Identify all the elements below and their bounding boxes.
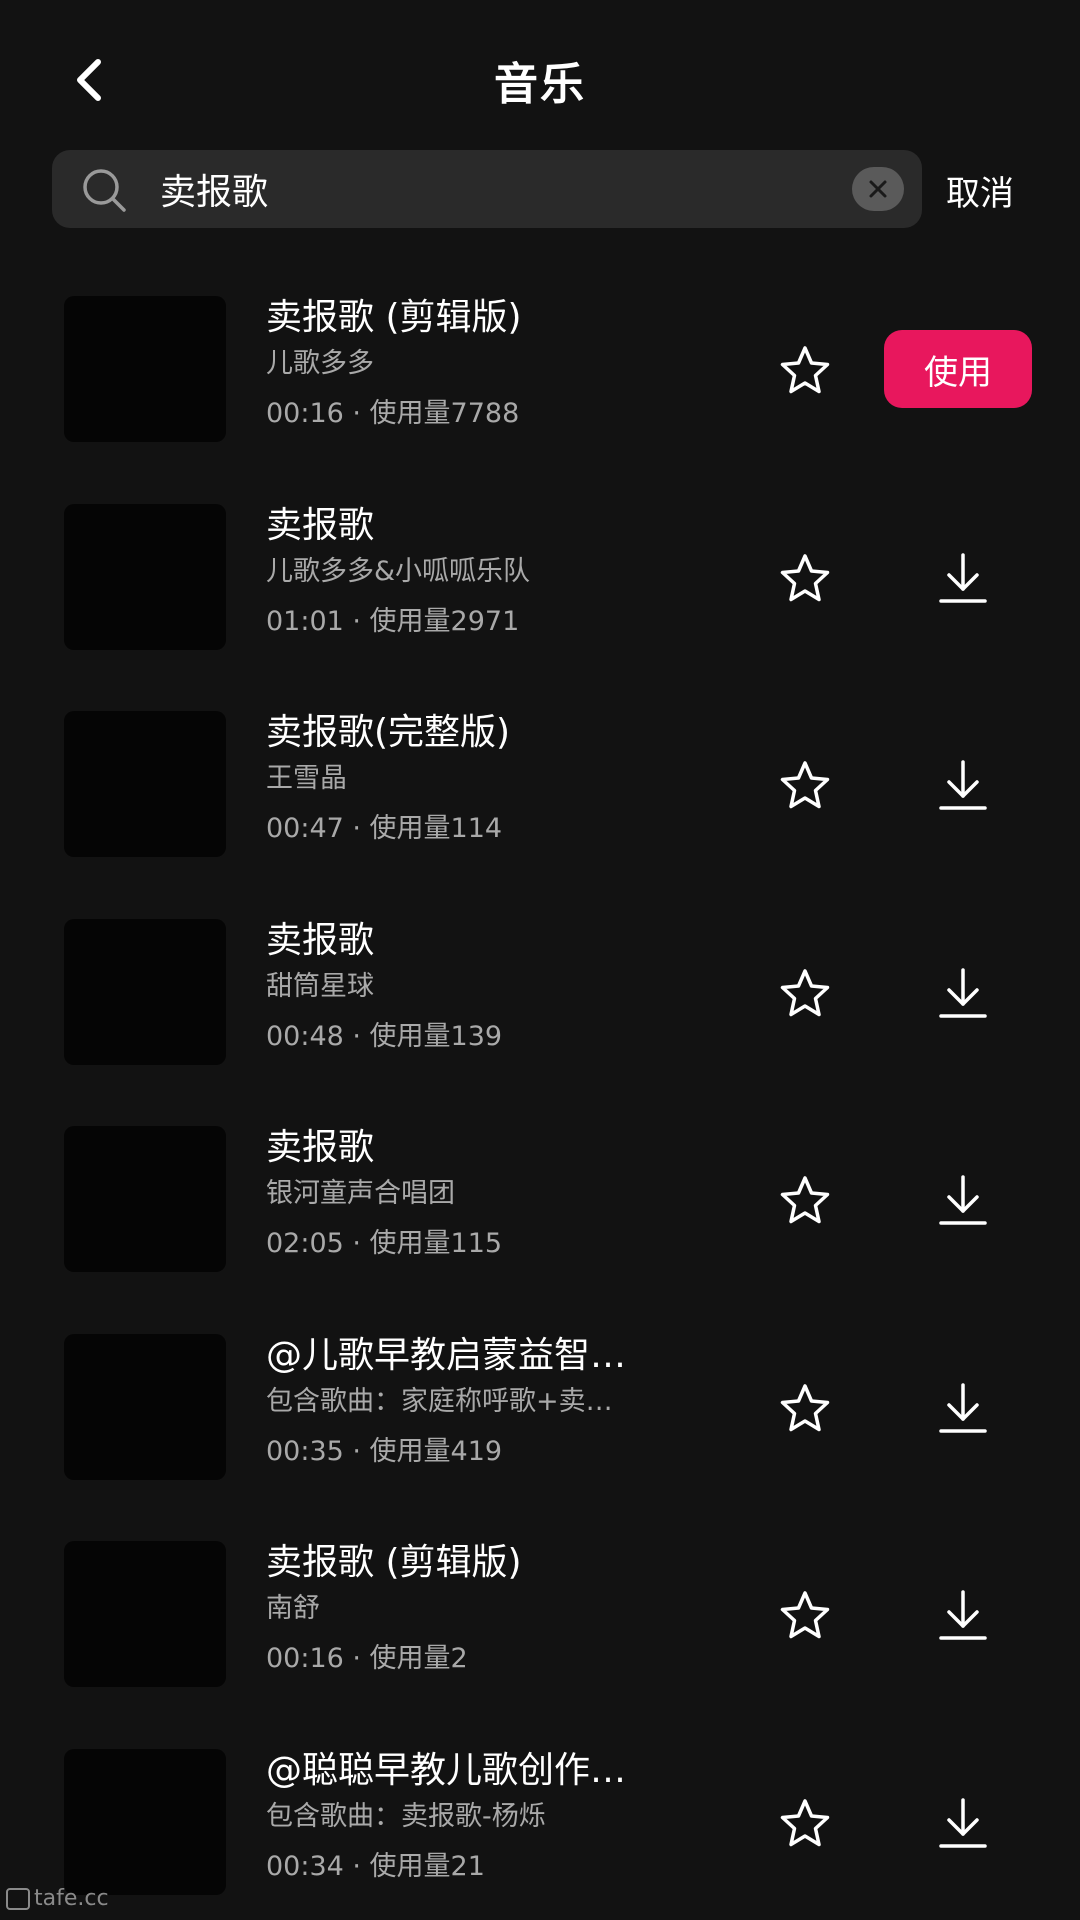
search-icon bbox=[83, 169, 126, 212]
song-artist: 银河童声合唱团 bbox=[266, 1178, 455, 1209]
star-icon bbox=[780, 1176, 830, 1224]
download-button[interactable] bbox=[934, 548, 992, 608]
song-meta: 00:35 · 使用量419 bbox=[266, 1435, 503, 1467]
song-meta: 00:16 · 使用量2 bbox=[266, 1643, 468, 1674]
album-cover[interactable] bbox=[64, 1126, 226, 1272]
song-title: 卖报歌 bbox=[266, 919, 375, 961]
album-cover[interactable] bbox=[64, 1541, 226, 1687]
song-info: @聪聪早教儿歌创作… 包含歌曲：卖报歌-杨烁 00:34 · 使用量21 bbox=[266, 1747, 706, 1891]
download-icon bbox=[939, 1797, 987, 1848]
favorite-button[interactable] bbox=[776, 342, 834, 398]
watermark-icon bbox=[6, 1887, 30, 1910]
cancel-button[interactable]: 取消 bbox=[946, 166, 1014, 215]
album-cover[interactable] bbox=[64, 918, 226, 1065]
song-artist: 包含歌曲：家庭称呼歌+卖… bbox=[266, 1385, 613, 1417]
clear-search-button[interactable] bbox=[852, 167, 904, 211]
download-icon bbox=[939, 1382, 987, 1433]
song-info: 卖报歌 (剪辑版) 儿歌多多 00:16 · 使用量7788 bbox=[266, 294, 706, 438]
song-info: 卖报歌银河童声合唱团 02:05 · 使用量115 bbox=[266, 1124, 706, 1268]
song-title: 卖报歌 (剪辑版) bbox=[266, 1542, 522, 1583]
favorite-button[interactable] bbox=[776, 1380, 834, 1436]
music-search-page: 音乐 取消 卖报歌 (剪辑版)儿歌多多00:16 · 使用量7788使用卖报歌儿… bbox=[0, 0, 1080, 1920]
song-info: 卖报歌甜筒星球 00:48 · 使用量139 bbox=[266, 917, 706, 1061]
song-info: 卖报歌 (剪辑版) 南舒 00:16 · 使用量2 bbox=[266, 1539, 706, 1683]
song-title: 卖报歌 bbox=[266, 1127, 375, 1168]
song-meta: 00:47 · 使用量114 bbox=[266, 813, 503, 844]
use-button[interactable]: 使用 bbox=[884, 330, 1032, 408]
star-icon bbox=[780, 346, 830, 394]
favorite-button[interactable] bbox=[776, 550, 834, 606]
song-row[interactable]: @儿歌早教启蒙益智… 包含歌曲：家庭称呼歌+卖… 00:35 · 使用量419 bbox=[0, 1308, 1080, 1516]
album-cover[interactable] bbox=[64, 503, 226, 650]
song-title: @聪聪早教儿歌创作… bbox=[266, 1749, 627, 1791]
album-cover[interactable] bbox=[64, 1748, 226, 1895]
watermark-text: tafe.cc bbox=[34, 1886, 109, 1911]
star-icon bbox=[780, 761, 830, 809]
star-icon bbox=[780, 1383, 830, 1431]
song-meta: 02:05 · 使用量115 bbox=[266, 1228, 503, 1259]
song-row[interactable]: @聪聪早教儿歌创作… 包含歌曲：卖报歌-杨烁 00:34 · 使用量21 bbox=[0, 1723, 1080, 1920]
album-cover[interactable] bbox=[64, 1333, 226, 1480]
song-meta: 01:01 · 使用量2971 bbox=[266, 605, 520, 637]
album-cover[interactable] bbox=[64, 711, 226, 857]
header: 音乐 bbox=[0, 0, 1080, 150]
download-icon bbox=[939, 1590, 987, 1640]
download-button[interactable] bbox=[934, 1378, 992, 1438]
download-icon bbox=[939, 1175, 987, 1225]
download-icon bbox=[939, 967, 987, 1018]
song-row[interactable]: 卖报歌银河童声合唱团 02:05 · 使用量115 bbox=[0, 1100, 1080, 1308]
star-icon bbox=[780, 1591, 830, 1639]
download-button[interactable] bbox=[934, 1170, 992, 1230]
song-title: 卖报歌(完整版) bbox=[266, 712, 511, 753]
download-button[interactable] bbox=[934, 963, 992, 1023]
download-button[interactable] bbox=[934, 755, 992, 815]
star-icon bbox=[780, 553, 830, 601]
song-artist: 南舒 bbox=[266, 1593, 320, 1624]
song-meta: 00:48 · 使用量139 bbox=[266, 1020, 503, 1052]
star-icon bbox=[780, 968, 830, 1016]
search-bar[interactable] bbox=[52, 150, 922, 228]
song-row[interactable]: 卖报歌(完整版) 王雪晶 00:47 · 使用量114 bbox=[0, 685, 1080, 893]
song-meta: 00:34 · 使用量21 bbox=[266, 1850, 485, 1882]
download-icon bbox=[939, 760, 987, 810]
page-title: 音乐 bbox=[494, 59, 586, 110]
favorite-button[interactable] bbox=[776, 1587, 834, 1643]
song-list: 卖报歌 (剪辑版) 儿歌多多 00:16 · 使用量7788 使用 卖报歌 儿歌多多&小呱… bbox=[0, 270, 1080, 1920]
song-artist: 王雪晶 bbox=[266, 763, 347, 794]
song-title: 卖报歌 (剪辑版) bbox=[266, 297, 522, 338]
song-artist: 儿歌多多&小呱呱乐队 bbox=[266, 555, 531, 587]
download-icon bbox=[939, 552, 987, 603]
song-artist: 甜筒星球 bbox=[266, 970, 374, 1002]
song-title: 卖报歌 bbox=[266, 504, 375, 546]
song-title: @儿歌早教启蒙益智… bbox=[266, 1334, 627, 1376]
watermark: tafe.cc bbox=[6, 1886, 109, 1911]
search-input[interactable] bbox=[160, 150, 840, 228]
album-cover[interactable] bbox=[64, 296, 226, 442]
song-artist: 儿歌多多 bbox=[266, 348, 374, 379]
song-info: 卖报歌儿歌多多&小呱呱乐队 01:01 · 使用量2971 bbox=[266, 502, 706, 646]
song-meta: 00:16 · 使用量7788 bbox=[266, 398, 520, 429]
song-row[interactable]: 卖报歌甜筒星球 00:48 · 使用量139 bbox=[0, 893, 1080, 1101]
song-row[interactable]: 卖报歌 (剪辑版) 儿歌多多 00:16 · 使用量7788 使用 bbox=[0, 270, 1080, 478]
favorite-button[interactable] bbox=[776, 1795, 834, 1851]
song-info: 卖报歌(完整版) 王雪晶 00:47 · 使用量114 bbox=[266, 709, 706, 853]
song-artist: 包含歌曲：卖报歌-杨烁 bbox=[266, 1800, 546, 1832]
clear-icon bbox=[869, 180, 887, 198]
star-icon bbox=[780, 1798, 830, 1846]
song-info: @儿歌早教启蒙益智… 包含歌曲：家庭称呼歌+卖… 00:35 · 使用量419 bbox=[266, 1332, 706, 1476]
favorite-button[interactable] bbox=[776, 757, 834, 813]
download-button[interactable] bbox=[934, 1585, 992, 1645]
favorite-button[interactable] bbox=[776, 965, 834, 1021]
song-row[interactable]: 卖报歌儿歌多多&小呱呱乐队 01:01 · 使用量2971 bbox=[0, 478, 1080, 686]
song-row[interactable]: 卖报歌 (剪辑版) 南舒 00:16 · 使用量2 bbox=[0, 1515, 1080, 1723]
favorite-button[interactable] bbox=[776, 1172, 834, 1228]
download-button[interactable] bbox=[934, 1793, 992, 1853]
